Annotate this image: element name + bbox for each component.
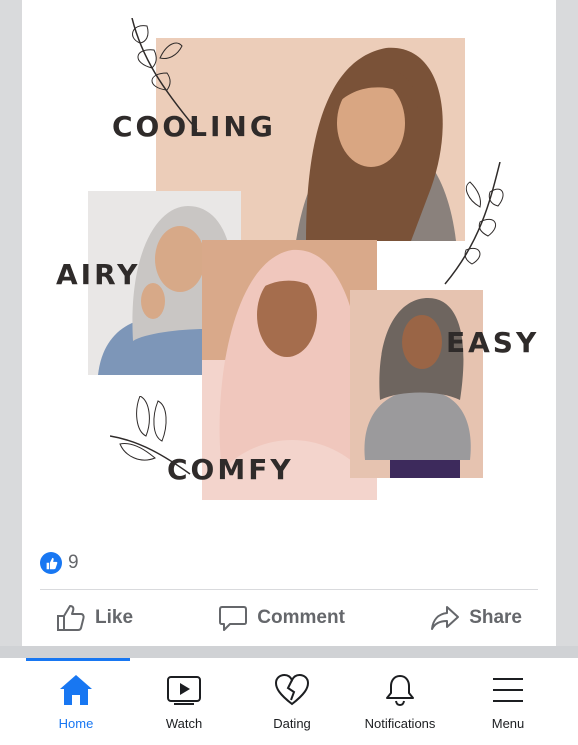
tab-menu[interactable]: Menu: [454, 658, 562, 745]
bell-icon: [383, 672, 417, 708]
tab-watch[interactable]: Watch: [130, 658, 238, 745]
comment-bubble-icon: [219, 606, 248, 631]
thumbs-up-outline-icon: [57, 605, 85, 631]
like-label: Like: [95, 607, 134, 628]
home-icon: [58, 672, 94, 708]
tab-notifications[interactable]: Notifications: [346, 658, 454, 745]
comment-button[interactable]: Comment: [202, 604, 361, 632]
heart-icon: [274, 672, 310, 708]
post-image[interactable]: COOLING AIRY EASY COMFY: [22, 0, 556, 520]
feed-post-card: COOLING AIRY EASY COMFY 9 Like Comment S…: [22, 0, 556, 646]
active-tab-indicator: [26, 658, 130, 661]
menu-icon: [491, 672, 525, 708]
tab-menu-label: Menu: [491, 716, 525, 731]
divider: [40, 589, 538, 590]
photo-easy-model: [350, 290, 483, 478]
share-button[interactable]: Share: [414, 604, 538, 632]
tab-dating[interactable]: Dating: [238, 658, 346, 745]
word-airy: AIRY: [56, 258, 141, 291]
reaction-count: 9: [68, 552, 79, 573]
reaction-summary[interactable]: 9: [40, 549, 79, 577]
like-button[interactable]: Like: [40, 604, 149, 632]
word-cooling: COOLING: [112, 110, 276, 143]
tab-notifications-label: Notifications: [364, 716, 436, 731]
leaf-decoration-right-icon: [444, 162, 504, 285]
video-icon: [166, 672, 202, 708]
tab-dating-label: Dating: [273, 716, 311, 731]
bottom-tab-bar: Home Watch Dating Notifications Menu: [0, 658, 578, 745]
word-comfy: COMFY: [167, 453, 294, 486]
tab-watch-label: Watch: [165, 716, 203, 731]
post-actions: Like Comment Share: [40, 596, 538, 640]
tab-home[interactable]: Home: [22, 658, 130, 745]
thumbs-up-icon: [40, 552, 62, 574]
tab-home-label: Home: [58, 716, 94, 731]
share-arrow-icon: [431, 606, 460, 630]
feed-separator: [0, 646, 578, 658]
comment-label: Comment: [257, 607, 345, 628]
word-easy: EASY: [446, 326, 540, 359]
share-label: Share: [469, 607, 522, 628]
